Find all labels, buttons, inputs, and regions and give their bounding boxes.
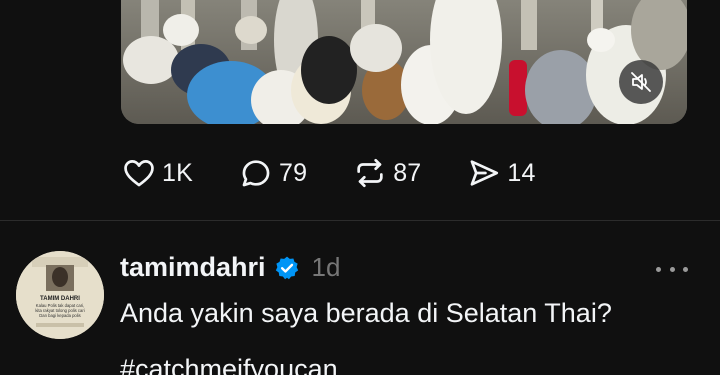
repost-count: 87 [393, 158, 422, 187]
post-divider [0, 220, 720, 221]
threads-feed: 1K 79 87 14 TAMIM DAHRI Kalau Polis tak … [0, 0, 720, 375]
repost-button[interactable]: 87 [351, 154, 421, 192]
hashtag-link[interactable]: #catchmeifyoucan [120, 354, 338, 375]
post-header: tamimdahri 1d [120, 252, 340, 283]
video-frame-image [121, 0, 687, 124]
avatar[interactable]: TAMIM DAHRI Kalau Polis tak dapat cari, … [16, 251, 104, 339]
dot-icon [669, 266, 675, 272]
dot-icon [683, 266, 688, 272]
more-options-button[interactable] [656, 259, 688, 279]
heart-icon [120, 154, 158, 192]
like-button[interactable]: 1K [120, 154, 193, 192]
speaker-muted-icon [629, 70, 653, 94]
avatar-caption-1: TAMIM DAHRI [40, 296, 80, 302]
mute-button[interactable] [619, 60, 663, 104]
like-count: 1K [162, 158, 193, 187]
post-action-bar: 1K 79 87 14 [120, 150, 580, 196]
avatar-caption-4: Dan bagi kepada polis [39, 313, 80, 318]
repost-icon [351, 154, 389, 192]
post-timestamp: 1d [311, 252, 341, 282]
share-count: 14 [507, 158, 536, 187]
post-text: Anda yakin saya berada di Selatan Thai? [120, 298, 612, 328]
speech-bubble-icon [237, 154, 275, 192]
reply-button[interactable]: 79 [237, 154, 307, 192]
username[interactable]: tamimdahri [120, 252, 266, 283]
reply-count: 79 [278, 158, 308, 187]
avatar-image: TAMIM DAHRI Kalau Polis tak dapat cari, … [16, 251, 104, 339]
post-video[interactable] [121, 0, 687, 124]
verified-badge-icon [274, 255, 300, 281]
share-button[interactable]: 14 [465, 154, 535, 192]
send-icon [465, 154, 503, 192]
dot-icon [656, 266, 661, 272]
